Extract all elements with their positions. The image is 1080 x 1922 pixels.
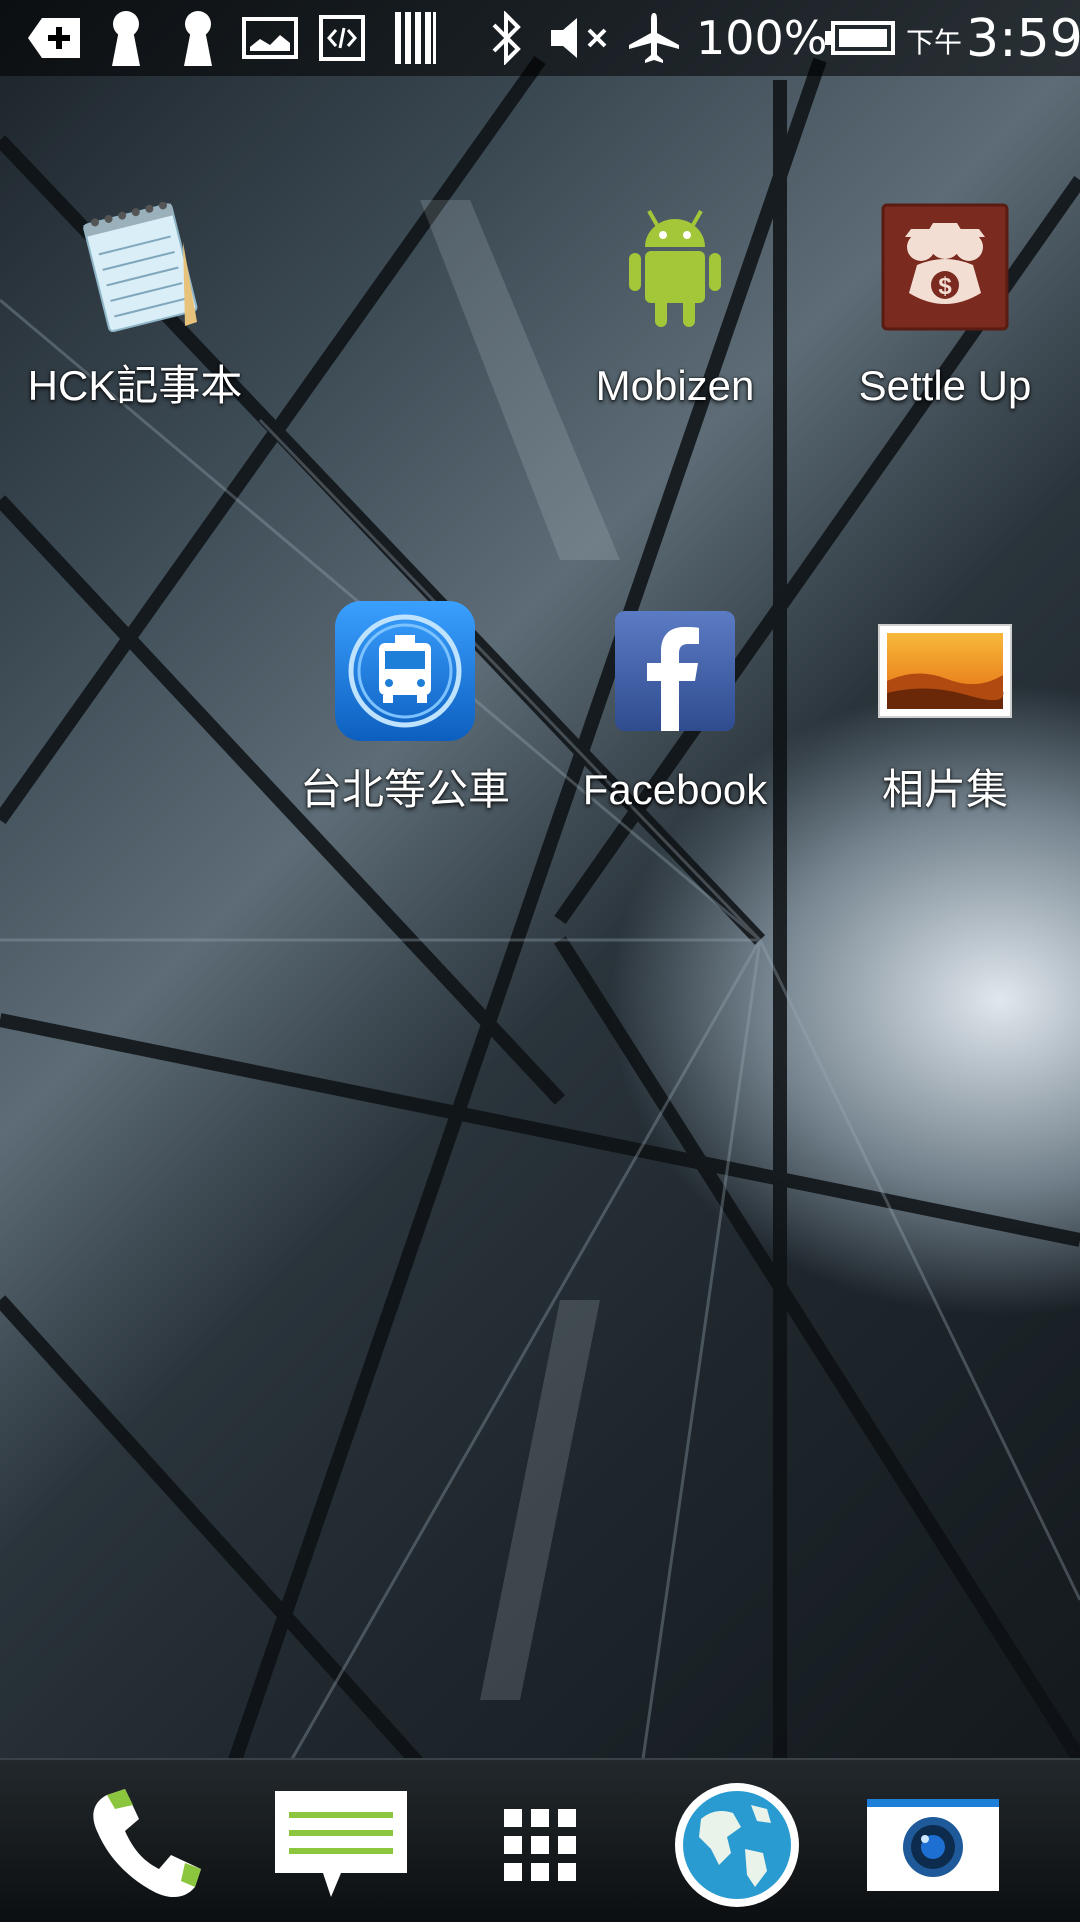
keyhole-icon[interactable] — [178, 0, 218, 76]
app-label: 相片集 — [881, 766, 1008, 813]
app-facebook[interactable]: Facebook — [540, 596, 810, 856]
app-taipei-bus[interactable]: 台北等公車 — [270, 596, 540, 856]
screenshot-icon[interactable] — [240, 0, 300, 76]
android-icon — [600, 192, 750, 342]
app-label: Settle Up — [858, 362, 1032, 409]
browser-globe-icon[interactable] — [662, 1770, 812, 1920]
battery-icon[interactable] — [824, 0, 896, 76]
mute-icon[interactable] — [548, 0, 612, 76]
status-bar: 100% 下午 3:59 — [0, 0, 1080, 76]
app-settle-up[interactable]: $ Settle Up — [810, 192, 1080, 452]
code-icon[interactable] — [316, 0, 368, 76]
battery-percent: 100% — [696, 11, 828, 65]
camera-icon[interactable] — [858, 1770, 1008, 1920]
app-hck-notepad[interactable]: HCK記事本 — [0, 192, 270, 452]
airplane-mode-icon[interactable] — [626, 0, 682, 76]
app-gallery[interactable]: 相片集 — [810, 596, 1080, 856]
app-label: Facebook — [582, 766, 768, 813]
app-mobizen[interactable]: Mobizen — [540, 192, 810, 452]
keyhole-icon[interactable] — [106, 0, 146, 76]
money-bag-icon: $ — [870, 192, 1020, 342]
svg-text:$: $ — [938, 273, 952, 300]
app-label: 台北等公車 — [299, 766, 510, 813]
clock: 3:59 — [966, 9, 1080, 69]
dock — [0, 1758, 1080, 1922]
phone-icon[interactable] — [70, 1770, 220, 1920]
bus-icon — [330, 596, 480, 746]
bluetooth-icon[interactable] — [486, 0, 526, 76]
photo-gallery-icon — [870, 596, 1020, 746]
clock-period: 下午 — [906, 26, 963, 59]
app-drawer-icon[interactable] — [465, 1770, 615, 1920]
app-label: HCK記事本 — [27, 362, 243, 409]
app-label: Mobizen — [595, 362, 755, 409]
facebook-icon — [600, 596, 750, 746]
notification-plus-icon[interactable] — [24, 0, 84, 76]
notepad-icon — [60, 192, 210, 342]
barcode-icon[interactable] — [390, 0, 440, 76]
messages-icon[interactable] — [266, 1770, 416, 1920]
